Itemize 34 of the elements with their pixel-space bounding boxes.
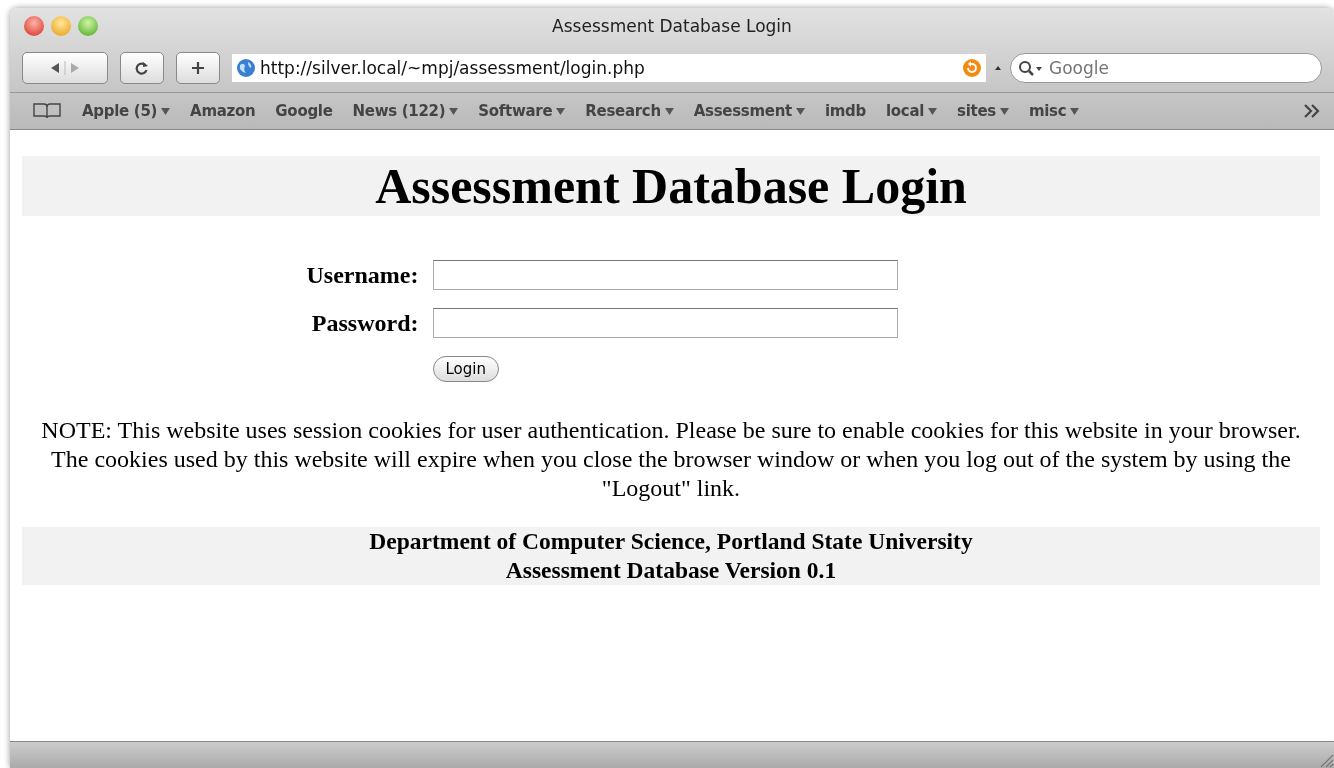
footer-text: Department of Computer Science, Portland State University (368, 527, 974, 556)
reload-icon (135, 61, 149, 75)
page-heading: Assessment Database Login (22, 156, 1320, 216)
bookmark-item[interactable]: imdb (824, 102, 866, 120)
bookmark-item[interactable]: Assessment (693, 102, 805, 120)
search-icon[interactable] (1018, 60, 1044, 78)
plus-icon (191, 61, 205, 75)
bookmark-item[interactable]: local (886, 102, 938, 120)
address-field[interactable]: http://silver.local/~mpj/assessment/login.php (232, 54, 986, 82)
search-field[interactable]: Google (1010, 53, 1322, 83)
bookmark-item[interactable]: Software (478, 102, 566, 120)
bookmark-item[interactable]: Apple (5) (82, 102, 171, 120)
bookmark-item[interactable]: News (122) (352, 102, 459, 120)
note-text: NOTE: This website uses session cookies for user authentication. Please be sure to enable cookies for this website in your browser. The cookies used by this website will expire when you close the browser window or when you log out of the system by using the "Logout" link. (40, 416, 1302, 503)
field-label: Username: (305, 261, 419, 289)
chevron-icon[interactable] (1302, 103, 1322, 119)
bookmark-item[interactable]: misc (1028, 102, 1080, 120)
window-title: Assessment Database Login (551, 16, 793, 36)
book-icon[interactable] (32, 102, 62, 120)
bookmark-item[interactable]: Research (585, 102, 674, 120)
reload-button[interactable] (120, 52, 164, 84)
bookmark-item[interactable]: sites (957, 102, 1009, 120)
close-button[interactable] (24, 16, 44, 36)
globe-icon (236, 58, 256, 78)
field-label: Password: (310, 309, 419, 337)
login-button[interactable]: Login (432, 356, 499, 382)
back-forward-button[interactable] (22, 52, 108, 84)
bookmark-item[interactable]: Google (275, 102, 333, 120)
caret-icon[interactable] (994, 64, 1002, 72)
input-field[interactable] (432, 260, 898, 290)
input-field[interactable] (432, 308, 898, 338)
bookmark-item[interactable]: Amazon (190, 102, 256, 120)
add-bookmark-button[interactable] (176, 52, 220, 84)
footer-text: Assessment Database Version 0.1 (504, 556, 838, 585)
